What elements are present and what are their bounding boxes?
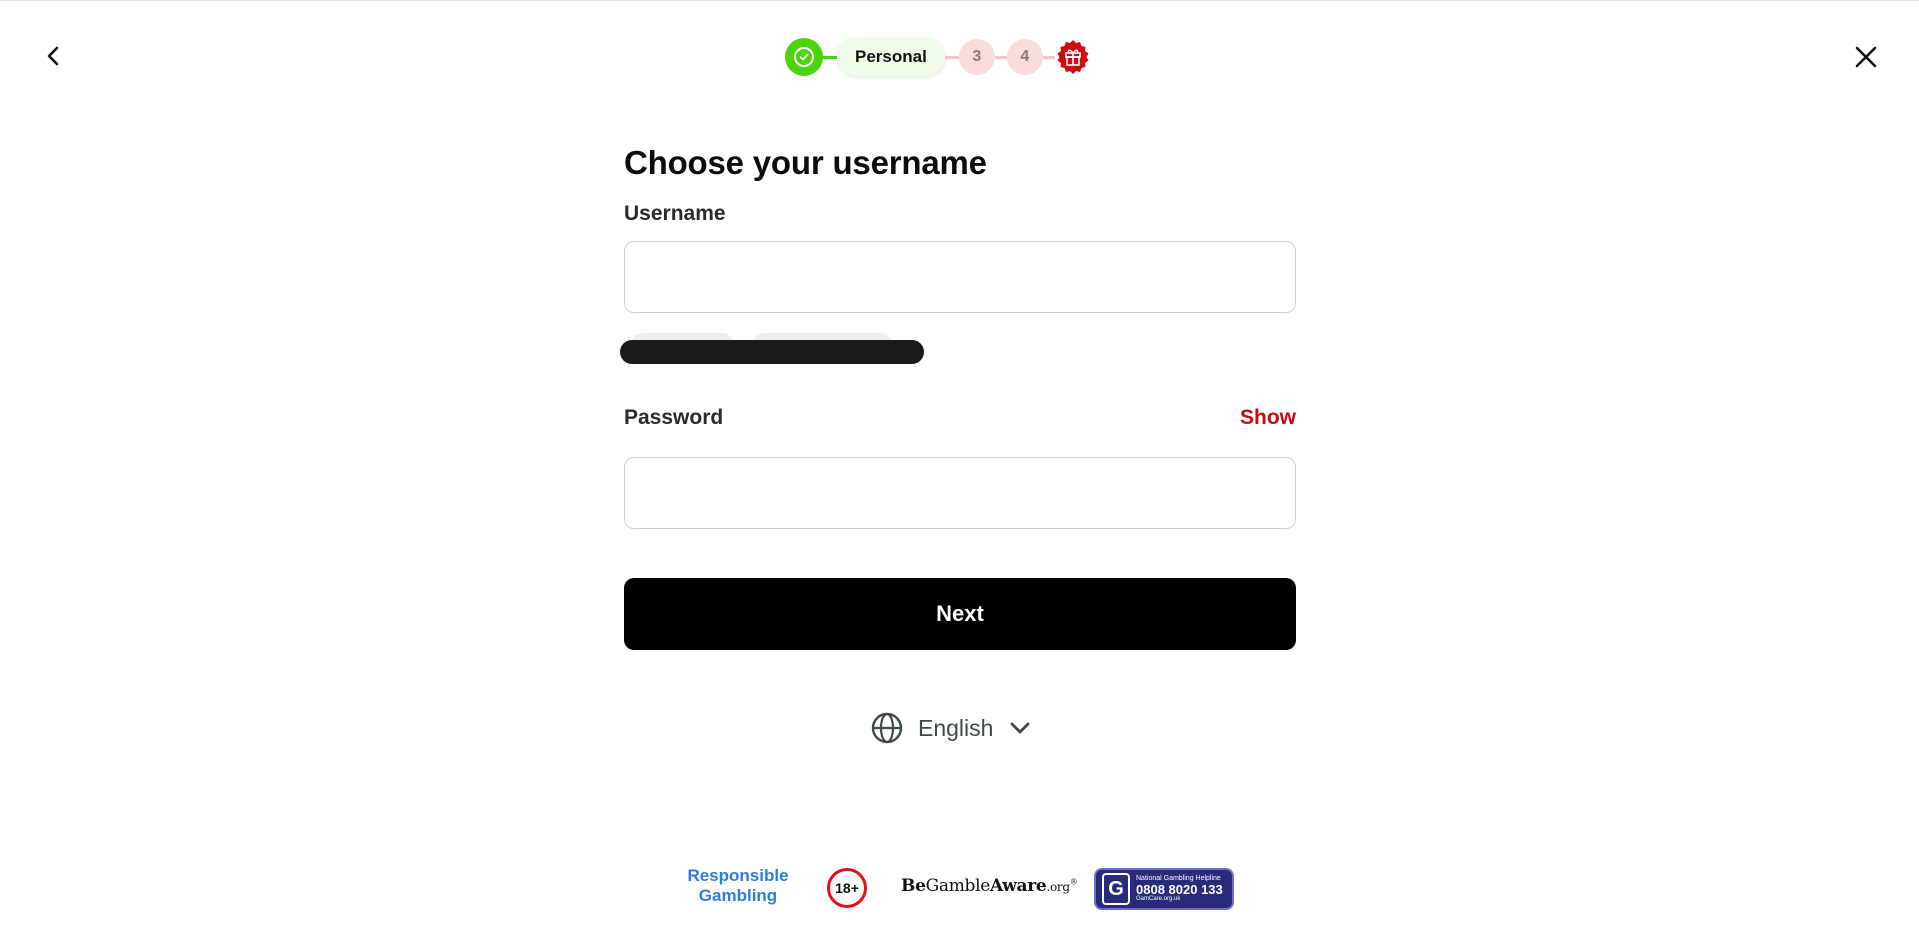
password-input[interactable]	[624, 457, 1296, 529]
begambleaware-logo[interactable]: BeGambleAware.org®	[901, 876, 1078, 896]
password-label-row: Password Show	[624, 406, 1296, 430]
close-icon	[1855, 46, 1877, 68]
page-title: Choose your username	[624, 144, 987, 181]
step-3: 3	[958, 39, 995, 75]
close-button[interactable]	[1849, 40, 1883, 74]
gamcare-logo-icon: G	[1102, 873, 1130, 905]
age-restriction-badge: 18+	[827, 868, 867, 908]
language-selector[interactable]: English	[870, 711, 1033, 745]
chevron-left-icon	[47, 46, 59, 66]
step-4-label: 4	[1020, 48, 1030, 65]
step-connector	[994, 55, 1007, 59]
globe-icon	[871, 712, 903, 744]
step-current: Personal	[837, 38, 945, 76]
next-button[interactable]: Next	[624, 578, 1296, 650]
gamcare-helpline-badge[interactable]: G National Gambling Helpline 0808 8020 1…	[1094, 868, 1234, 910]
footer-badges: Responsible Gambling 18+ BeGambleAware.o…	[0, 864, 1919, 914]
step-4: 4	[1006, 39, 1043, 75]
gift-icon	[1057, 40, 1089, 74]
progress-stepper: Personal 3 4	[785, 37, 1091, 77]
top-divider	[0, 0, 1919, 1]
chevron-down-icon	[1011, 722, 1030, 734]
step-reward	[1055, 39, 1091, 75]
step-3-label: 3	[972, 48, 982, 65]
redacted-hint	[620, 340, 924, 364]
password-label: Password	[624, 406, 724, 429]
responsible-gambling-link[interactable]: Responsible Gambling	[686, 866, 790, 906]
gamcare-text: National Gambling Helpline 0808 8020 133…	[1136, 875, 1223, 903]
username-input[interactable]	[624, 241, 1296, 313]
show-password-toggle[interactable]: Show	[1240, 406, 1296, 430]
step-1-complete	[785, 38, 823, 76]
language-label: English	[918, 714, 994, 741]
step-connector	[1042, 55, 1055, 59]
check-icon	[794, 47, 814, 67]
step-connector	[944, 55, 959, 59]
username-label: Username	[624, 202, 726, 225]
step-current-label: Personal	[855, 47, 927, 66]
back-button[interactable]	[38, 40, 70, 72]
step-connector	[823, 55, 837, 59]
